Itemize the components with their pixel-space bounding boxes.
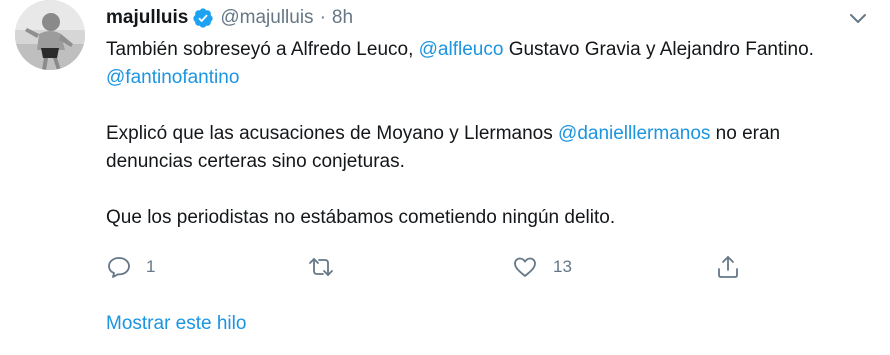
tweet-paragraph: Explicó que las acusaciones de Moyano y … [106, 120, 866, 176]
tweet-paragraph: Que los periodistas no estábamos cometie… [106, 204, 866, 232]
avatar[interactable] [15, 0, 85, 70]
text-span: Gustavo Gravia y Alejandro Fantino. [503, 39, 814, 60]
text-span: Explicó que las acusaciones de Moyano y … [106, 123, 559, 144]
share-button[interactable] [715, 252, 741, 282]
chevron-down-icon[interactable] [846, 9, 870, 29]
text-span: También sobreseyó a Alfredo Leuco, [106, 39, 419, 60]
tweet[interactable]: majulluis @majulluis · 8h También sobres… [0, 0, 890, 355]
timestamp[interactable]: 8h [332, 7, 353, 29]
verified-badge-icon [192, 7, 214, 29]
handle[interactable]: @majulluis [220, 7, 313, 29]
retweet-button[interactable] [306, 252, 336, 282]
speech-bubble-icon [106, 255, 132, 279]
mention-link[interactable]: @fantinofantino [106, 67, 239, 88]
tweet-paragraph: También sobreseyó a Alfredo Leuco, @alfl… [106, 36, 866, 92]
mention-link[interactable]: @alfleuco [419, 39, 504, 60]
display-name[interactable]: majulluis [106, 7, 188, 29]
tweet-actions: 1 13 [106, 252, 766, 282]
reply-count: 1 [146, 257, 156, 276]
like-button[interactable]: 13 [511, 252, 572, 282]
show-thread-link[interactable]: Mostrar este hilo [106, 313, 246, 335]
separator-dot: · [319, 7, 326, 28]
share-icon [715, 254, 741, 280]
heart-icon [511, 255, 539, 279]
tweet-header: majulluis @majulluis · 8h [106, 5, 353, 31]
mention-link[interactable]: @danielllermanos [558, 123, 710, 144]
reply-button[interactable]: 1 [106, 252, 155, 282]
tweet-body: También sobreseyó a Alfredo Leuco, @alfl… [106, 36, 866, 232]
text-span: Que los periodistas no estábamos cometie… [106, 207, 616, 228]
like-count: 13 [553, 257, 572, 276]
retweet-icon [306, 255, 336, 279]
